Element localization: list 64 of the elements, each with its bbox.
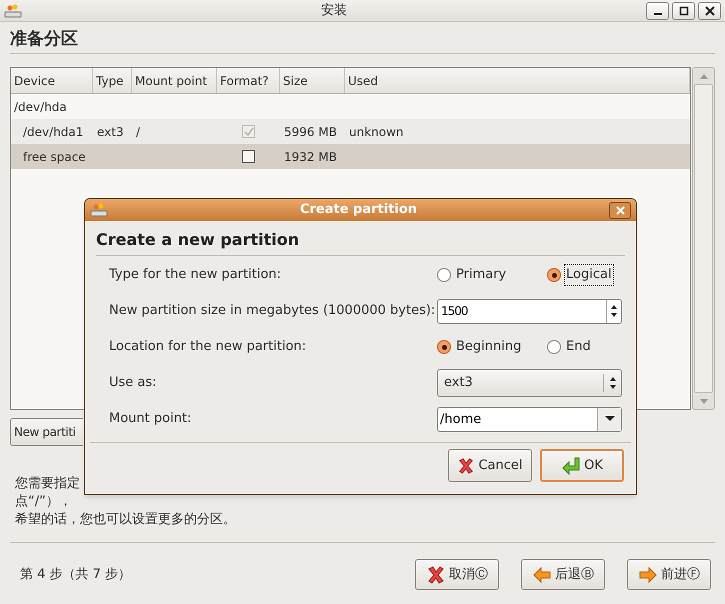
field-label: New partition size in megabytes (1000000 bytes): bbox=[109, 302, 436, 320]
close-button[interactable] bbox=[698, 2, 721, 20]
table-cell: 1932 MB bbox=[284, 150, 337, 164]
table-cell: ext3 bbox=[97, 124, 124, 138]
table-row[interactable]: free space 1932 MB bbox=[11, 144, 690, 169]
size-spin-field[interactable]: 1500 bbox=[437, 298, 622, 324]
use-as-dropdown[interactable]: ext3 bbox=[437, 369, 622, 397]
scroll-down-icon bbox=[700, 398, 708, 404]
description-text: 点“/”）， bbox=[15, 493, 73, 511]
column-header[interactable]: Device bbox=[11, 68, 93, 93]
description-text: 您需要指定 bbox=[15, 475, 81, 493]
table-cell: unknown bbox=[349, 124, 404, 138]
right-arrow-icon bbox=[638, 564, 658, 584]
table-cell: / bbox=[136, 124, 140, 138]
radio-option[interactable]: Beginning bbox=[437, 337, 547, 357]
field-label: Location for the new partition: bbox=[109, 338, 306, 356]
dialog-button[interactable]: OK bbox=[540, 449, 624, 482]
cross-icon bbox=[426, 564, 446, 584]
field-label: Mount point: bbox=[109, 410, 192, 428]
dialog-button[interactable]: Cancel bbox=[448, 449, 532, 482]
maximize-icon bbox=[678, 6, 688, 16]
table-cell: /dev/hda bbox=[14, 100, 67, 114]
dialog-title: Create partition bbox=[298, 201, 418, 220]
minimize-icon bbox=[654, 12, 662, 14]
window-title: 安装 bbox=[320, 2, 348, 20]
page-title: 准备分区 bbox=[10, 28, 79, 51]
spin-arrows-icon bbox=[610, 303, 618, 319]
scrollbar[interactable] bbox=[692, 67, 715, 410]
wizard-button[interactable]: 后退Ⓑ bbox=[521, 559, 605, 590]
wizard-button[interactable]: 前进Ⓕ bbox=[627, 559, 711, 590]
mount-point-combo[interactable]: /home bbox=[437, 406, 622, 432]
field-label: Use as: bbox=[109, 374, 157, 392]
column-header[interactable]: Size bbox=[280, 68, 345, 93]
minimize-button[interactable] bbox=[646, 2, 669, 20]
field-label: Type for the new partition: bbox=[109, 266, 282, 284]
scroll-up-icon bbox=[700, 74, 708, 78]
step-indicator: 第 4 步（共 7 步） bbox=[19, 566, 132, 584]
installer-icon bbox=[90, 202, 108, 218]
new-partition-button[interactable]: New partiti bbox=[10, 418, 83, 446]
radio-option[interactable]: Primary bbox=[437, 265, 547, 285]
radio-option[interactable]: Logical bbox=[547, 265, 613, 285]
table-cell: /dev/hda1 bbox=[23, 124, 84, 138]
updown-icon bbox=[608, 376, 616, 390]
radio-option[interactable]: End bbox=[547, 337, 592, 357]
column-header[interactable]: Type bbox=[93, 68, 132, 93]
dropdown-icon bbox=[604, 416, 614, 422]
close-icon bbox=[616, 206, 624, 214]
maximize-button[interactable] bbox=[672, 2, 695, 20]
dialog-close-button[interactable] bbox=[609, 202, 631, 218]
column-header[interactable]: Used bbox=[345, 68, 690, 93]
table-cell: free space bbox=[23, 150, 86, 164]
close-icon bbox=[704, 6, 714, 16]
dialog-heading: Create a new partition bbox=[95, 229, 300, 251]
column-header[interactable]: Mount point bbox=[132, 68, 217, 93]
cross-icon bbox=[457, 456, 476, 474]
enter-arrow-icon bbox=[561, 456, 582, 476]
column-header[interactable]: Format? bbox=[217, 68, 280, 93]
left-arrow-icon bbox=[532, 564, 552, 584]
description-text: 希望的话，您也可以设置更多的分区。 bbox=[15, 511, 237, 529]
installer-icon bbox=[4, 2, 22, 18]
format-checkbox[interactable] bbox=[242, 150, 255, 163]
table-row[interactable]: /dev/hda1 ext3 / 5996 MB unknown bbox=[11, 119, 690, 144]
table-cell: 5996 MB bbox=[284, 124, 337, 138]
wizard-button[interactable]: 取消Ⓒ bbox=[415, 559, 499, 590]
